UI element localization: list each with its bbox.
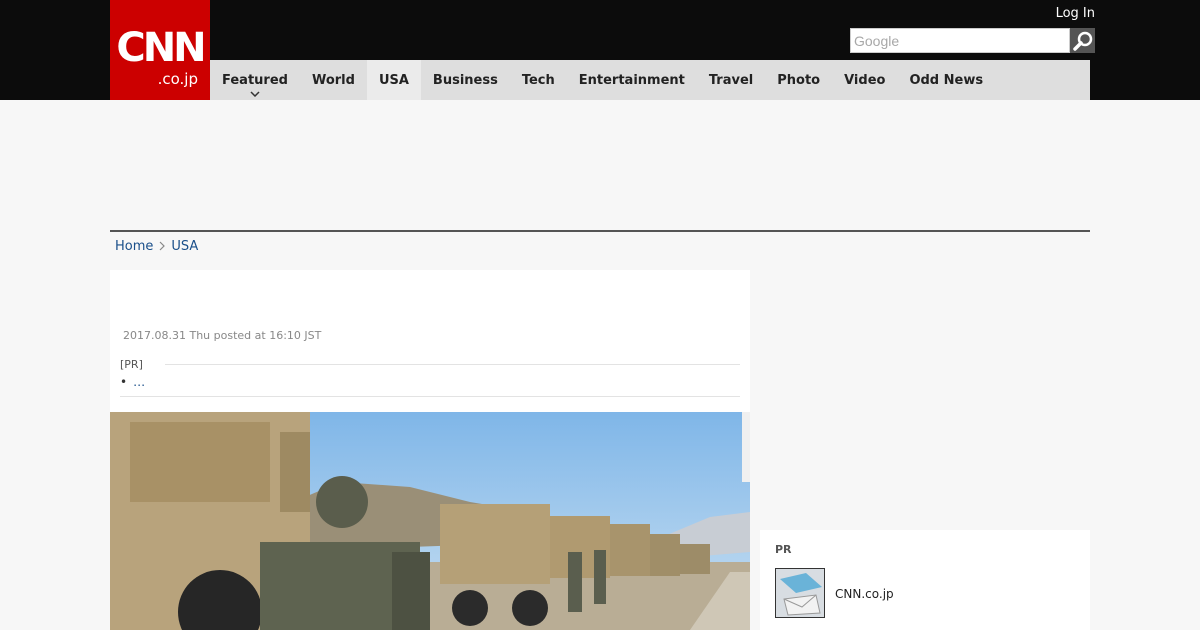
logo-domain: .co.jp (157, 70, 198, 88)
search-button[interactable] (1070, 28, 1095, 53)
nav-item-label: Travel (708, 72, 754, 88)
search-input[interactable] (850, 28, 1070, 53)
sidebar-pr-link[interactable]: CNN.co.jp (835, 587, 894, 601)
nav-item-label: Business (432, 72, 498, 88)
search-icon (1072, 31, 1092, 51)
nav-item-label: Photo (777, 72, 821, 88)
nav-item-entertainment[interactable]: Entertainment (567, 60, 697, 100)
article-photo (110, 412, 750, 630)
nav-item-video[interactable]: Video (832, 60, 897, 100)
article-date: 2017.08.31 Thu posted at 16:10 JST (123, 329, 322, 342)
main-nav: Featured World USA Business Tech Enterta… (210, 60, 1090, 100)
nav-item-label: Entertainment (578, 72, 685, 88)
logo-wordmark: CNN (116, 25, 206, 71)
ad-banner-space (110, 100, 1090, 230)
envelope-icon (776, 569, 824, 617)
article-header: 2017.08.31 Thu posted at 16:10 JST [PR] … (110, 270, 750, 412)
bullet-icon: • (120, 375, 128, 389)
pr-list-item: •… (120, 374, 145, 390)
nav-item-usa[interactable]: USA (366, 60, 421, 100)
breadcrumb-home[interactable]: Home (115, 239, 153, 254)
breadcrumb-usa[interactable]: USA (171, 239, 198, 254)
chevron-right-icon (159, 241, 166, 251)
pr-link[interactable]: … (133, 375, 145, 389)
nav-item-featured[interactable]: Featured (210, 60, 300, 100)
nav-item-world[interactable]: World (300, 60, 367, 100)
sidebar-pr-box: PR CNN.co.jp (760, 530, 1090, 630)
login-link[interactable]: Log In (1056, 6, 1095, 22)
nav-item-label: USA (378, 72, 409, 88)
nav-item-business[interactable]: Business (421, 60, 510, 100)
pr-divider (165, 364, 740, 365)
chevron-down-icon (250, 91, 260, 97)
nav-item-tech[interactable]: Tech (510, 60, 567, 100)
breadcrumb: Home USA (115, 238, 198, 254)
nav-item-photo[interactable]: Photo (765, 60, 832, 100)
pr-label: [PR] (120, 358, 143, 371)
nav-item-odd-news[interactable]: Odd News (897, 60, 995, 100)
sidebar-pr-label: PR (775, 543, 792, 556)
nav-item-label: Tech (521, 72, 555, 88)
cnn-logo[interactable]: CNN .co.jp (110, 0, 210, 100)
pr-divider-bottom (120, 396, 740, 397)
nav-item-travel[interactable]: Travel (697, 60, 765, 100)
nav-item-label: Video (844, 72, 886, 88)
nav-item-label: Featured (222, 72, 288, 88)
pr-thumbnail[interactable] (775, 568, 825, 618)
section-divider (110, 230, 1090, 232)
nav-item-label: World (311, 72, 355, 88)
nav-item-label: Odd News (909, 72, 984, 88)
